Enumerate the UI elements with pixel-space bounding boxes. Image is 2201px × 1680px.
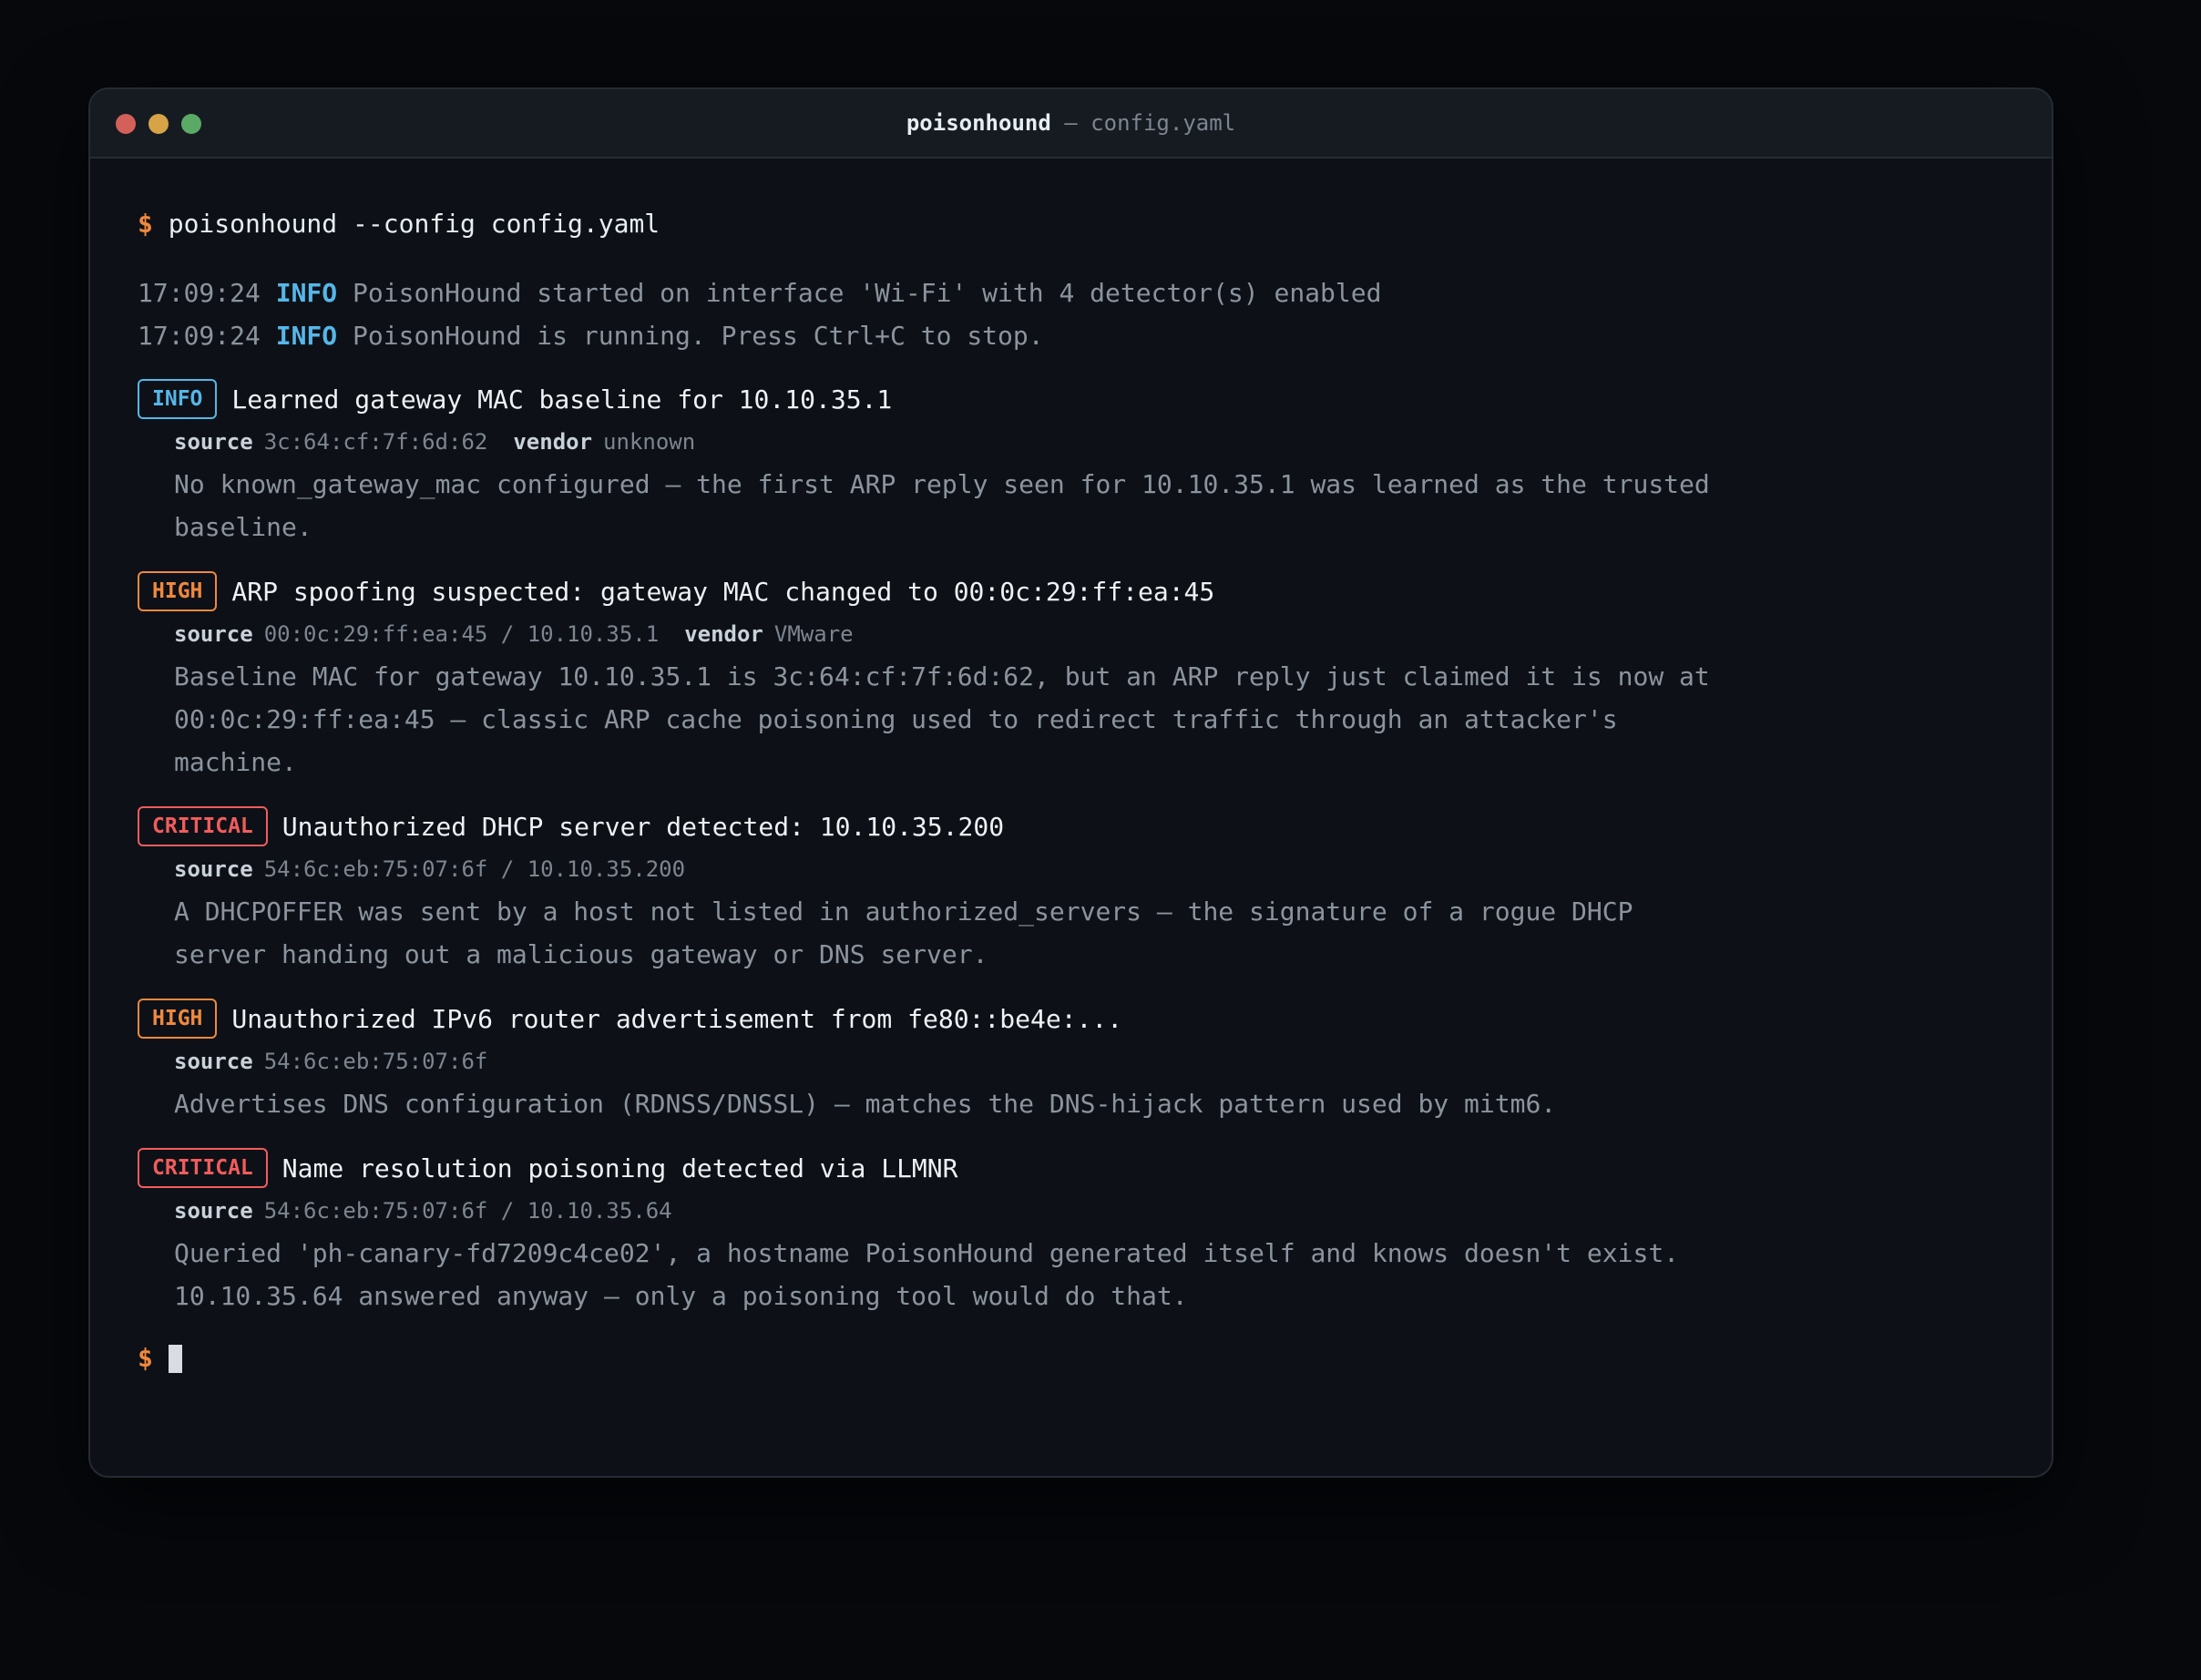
log-timestamp: 17:09:24 xyxy=(138,278,261,308)
finding-description: Baseline MAC for gateway 10.10.35.1 is 3… xyxy=(138,655,1887,784)
finding-meta: source 3c:64:cf:7f:6d:62 vendor unknown xyxy=(138,421,2006,463)
finding-item: HIGH Unauthorized IPv6 router advertiseme… xyxy=(138,997,2006,1125)
log-lines: 17:09:24 INFO PoisonHound started on int… xyxy=(138,271,2006,357)
findings-list: INFO Learned gateway MAC baseline for 10.… xyxy=(138,377,2006,1317)
terminal-window: poisonhound — config.yaml $ poisonhound … xyxy=(88,87,2053,1478)
severity-badge: HIGH xyxy=(138,571,218,611)
command-text: poisonhound --config config.yaml xyxy=(168,209,660,239)
description-line: machine. xyxy=(174,747,297,777)
finding-description: A DHCPOFFER was sent by a host not liste… xyxy=(138,890,1887,976)
log-timestamp: 17:09:24 xyxy=(138,321,261,351)
finding-header: HIGH Unauthorized IPv6 router advertiseme… xyxy=(138,997,2006,1040)
description-line: No known_gateway_mac configured — the fi… xyxy=(174,469,1710,499)
source-label: source xyxy=(174,1198,253,1224)
finding-header: CRITICAL Name resolution poisoning detect… xyxy=(138,1146,2006,1190)
source-label: source xyxy=(174,429,253,455)
description-line: baseline. xyxy=(174,512,312,542)
terminal-output[interactable]: $ poisonhound --config config.yaml 17:09… xyxy=(90,159,2052,1378)
finding-title: Learned gateway MAC baseline for 10.10.3… xyxy=(231,384,893,415)
window-title-app: poisonhound xyxy=(906,110,1051,136)
description-line: 00:0c:29:ff:ea:45 — classic ARP cache po… xyxy=(174,704,1618,734)
description-line: server handing out a malicious gateway o… xyxy=(174,939,988,969)
finding-meta: source 00:0c:29:ff:ea:45 / 10.10.35.1 vend… xyxy=(138,613,2006,655)
source-label: source xyxy=(174,856,253,882)
finding-title: Unauthorized IPv6 router advertisement f… xyxy=(231,1003,1123,1034)
description-line: Baseline MAC for gateway 10.10.35.1 is 3… xyxy=(174,661,1710,691)
log-message: PoisonHound started on interface 'Wi-Fi'… xyxy=(353,278,1382,308)
finding-description: Advertises DNS configuration (RDNSS/DNSS… xyxy=(138,1082,1887,1125)
vendor-label: vendor xyxy=(684,621,763,647)
vendor-label: vendor xyxy=(513,429,593,455)
log-line: 17:09:24 INFO PoisonHound is running. Pr… xyxy=(138,314,2006,357)
source-label: source xyxy=(174,621,253,647)
window-title: poisonhound — config.yaml xyxy=(90,89,2052,157)
log-level: INFO xyxy=(275,278,338,308)
finding-item: CRITICAL Name resolution poisoning detect… xyxy=(138,1146,2006,1317)
finding-item: CRITICAL Unauthorized DHCP server detecte… xyxy=(138,804,2006,976)
description-line: A DHCPOFFER was sent by a host not liste… xyxy=(174,896,1633,927)
finding-meta: source 54:6c:eb:75:07:6f xyxy=(138,1040,2006,1082)
finding-meta: source 54:6c:eb:75:07:6f / 10.10.35.200 xyxy=(138,848,2006,890)
window-title-file: config.yaml xyxy=(1090,110,1236,136)
prompt-symbol: $ xyxy=(138,209,153,239)
description-line: Advertises DNS configuration (RDNSS/DNSS… xyxy=(174,1089,1557,1119)
vendor-value: unknown xyxy=(603,429,696,455)
source-value: 3c:64:cf:7f:6d:62 xyxy=(263,429,488,455)
title-bar: poisonhound — config.yaml xyxy=(90,89,2052,159)
finding-header: INFO Learned gateway MAC baseline for 10.… xyxy=(138,377,2006,421)
window-title-separator: — xyxy=(1050,110,1091,136)
prompt-symbol: $ xyxy=(138,1343,153,1373)
log-message: PoisonHound is running. Press Ctrl+C to … xyxy=(353,321,1044,351)
source-label: source xyxy=(174,1049,253,1074)
finding-title: Unauthorized DHCP server detected: 10.10… xyxy=(282,811,1005,842)
vendor-value: VMware xyxy=(773,621,854,647)
log-line: 17:09:24 INFO PoisonHound started on int… xyxy=(138,271,2006,314)
text-cursor xyxy=(168,1344,182,1373)
finding-header: HIGH ARP spoofing suspected: gateway MAC … xyxy=(138,569,2006,613)
source-value: 54:6c:eb:75:07:6f / 10.10.35.200 xyxy=(263,856,686,882)
finding-header: CRITICAL Unauthorized DHCP server detecte… xyxy=(138,804,2006,848)
finding-meta: source 54:6c:eb:75:07:6f / 10.10.35.64 xyxy=(138,1190,2006,1232)
severity-badge: CRITICAL xyxy=(138,806,268,846)
severity-badge: CRITICAL xyxy=(138,1148,268,1188)
finding-description: Queried 'ph-canary-fd7209c4ce02', a host… xyxy=(138,1232,1887,1317)
description-line: Queried 'ph-canary-fd7209c4ce02', a host… xyxy=(174,1238,1680,1268)
severity-badge: HIGH xyxy=(138,999,218,1039)
source-value: 00:0c:29:ff:ea:45 / 10.10.35.1 xyxy=(263,621,660,647)
finding-item: INFO Learned gateway MAC baseline for 10.… xyxy=(138,377,2006,548)
severity-badge: INFO xyxy=(138,379,218,419)
finding-item: HIGH ARP spoofing suspected: gateway MAC … xyxy=(138,569,2006,784)
finding-description: No known_gateway_mac configured — the fi… xyxy=(138,463,1887,548)
finding-title: Name resolution poisoning detected via L… xyxy=(282,1152,958,1183)
active-prompt-line[interactable]: $ xyxy=(138,1338,2006,1378)
command-line: $ poisonhound --config config.yaml xyxy=(138,204,2006,244)
description-line: 10.10.35.64 answered anyway — only a poi… xyxy=(174,1281,1188,1311)
finding-title: ARP spoofing suspected: gateway MAC chan… xyxy=(231,576,1215,607)
log-level: INFO xyxy=(275,321,338,351)
source-value: 54:6c:eb:75:07:6f xyxy=(263,1049,488,1074)
source-value: 54:6c:eb:75:07:6f / 10.10.35.64 xyxy=(263,1198,672,1224)
